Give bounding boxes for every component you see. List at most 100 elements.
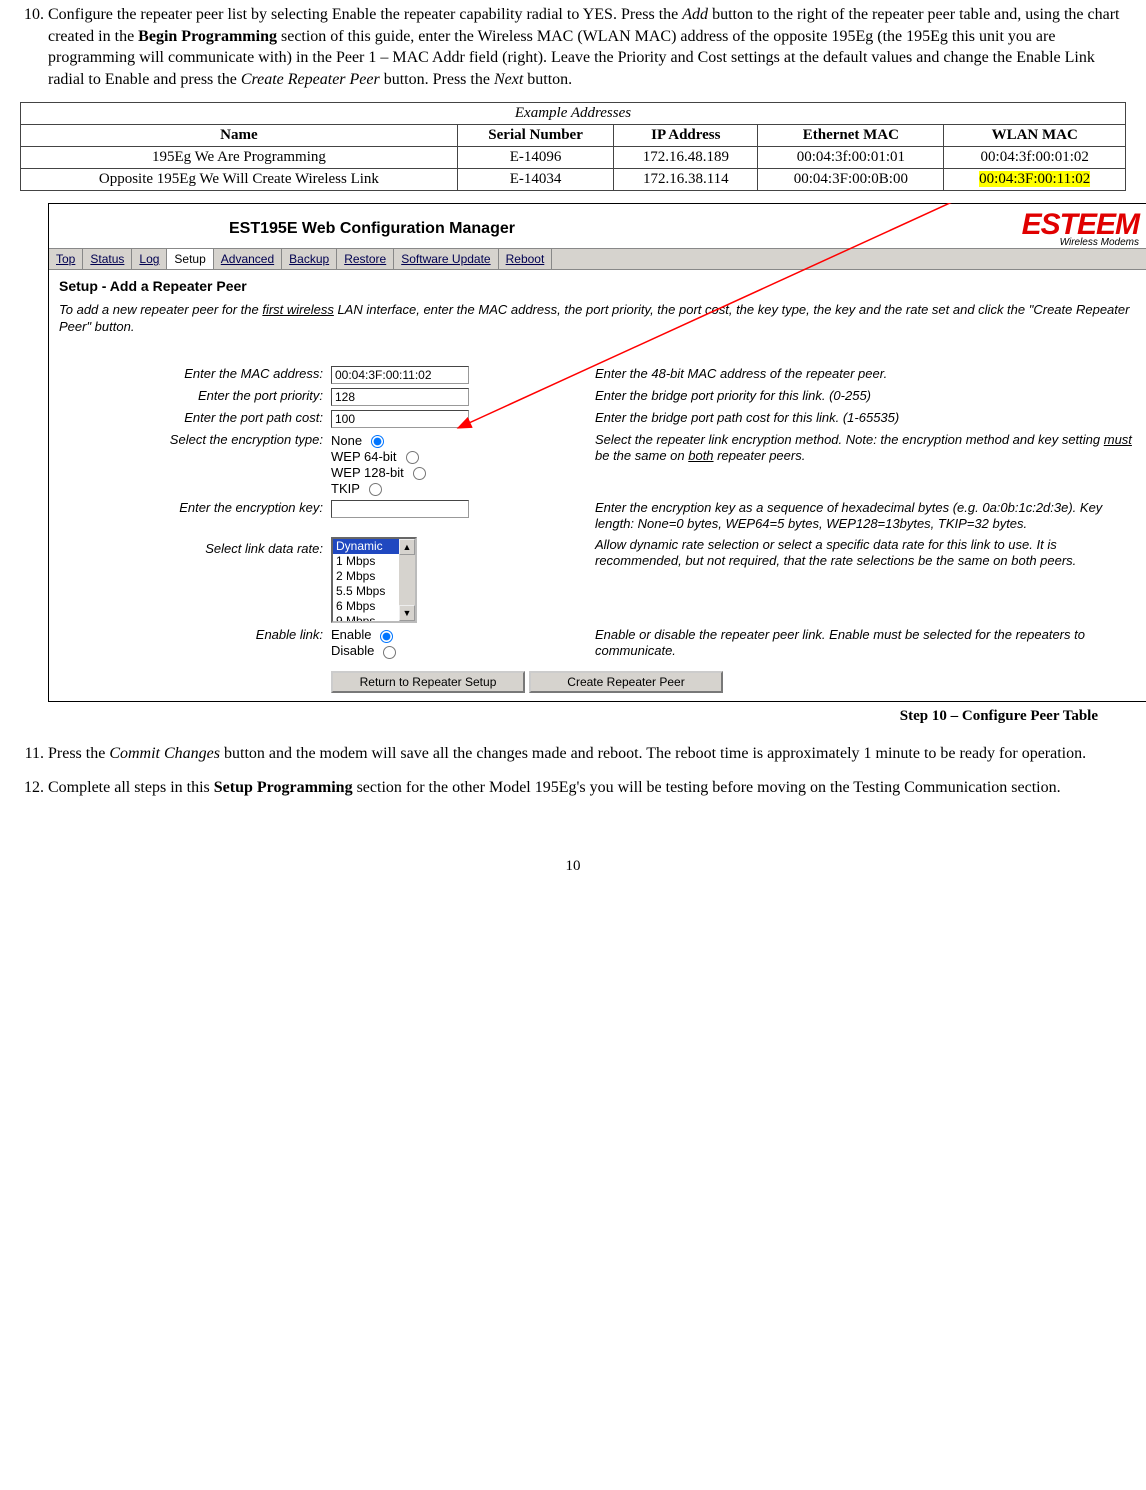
enc-desc: Select the repeater link encryption meth… [585,430,1137,498]
tab-top[interactable]: Top [49,249,83,269]
addr-r1-ip: 172.16.38.114 [614,169,758,191]
config-tabs: Top Status Log Setup Advanced Backup Res… [49,248,1146,270]
prio-input[interactable] [331,388,469,406]
rate-desc: Allow dynamic rate selection or select a… [585,535,1137,625]
scroll-up-icon[interactable]: ▲ [399,539,415,555]
figure-caption: Step 10 – Configure Peer Table [20,708,1098,725]
addr-h-2: IP Address [614,125,758,147]
example-addresses-table: Example Addresses Name Serial Number IP … [20,102,1126,191]
add-word: Add [682,6,708,23]
s11-pre: Press the [48,745,109,762]
prio-desc: Enter the bridge port priority for this … [585,386,1137,408]
create-repeater-peer-button[interactable]: Create Repeater Peer [529,671,723,693]
rate-listbox[interactable]: Dynamic 1 Mbps 2 Mbps 5.5 Mbps 6 Mbps 9 … [331,537,417,623]
link-label: Enable link: [59,625,327,662]
step10-text-pre: Configure the repeater peer list by sele… [48,6,682,23]
addr-r0-sn: E-14096 [457,147,614,169]
tab-reboot[interactable]: Reboot [499,249,553,269]
step-11: Press the Commit Changes button and the … [48,743,1126,765]
step10-end: button. [523,71,572,88]
tab-setup[interactable]: Setup [167,249,213,269]
section-desc: To add a new repeater peer for the first… [59,302,1137,336]
enc-opt-wep128: WEP 128-bit [331,465,404,480]
enc-radio-wep64[interactable] [406,451,419,464]
key-desc: Enter the encryption key as a sequence o… [585,498,1137,535]
addr-h-1: Serial Number [457,125,614,147]
logo-sub: Wireless Modems [1060,238,1139,248]
enc-desc-u: must [1104,432,1132,447]
enc-opt-none: None [331,433,362,448]
rate-opt-2[interactable]: 2 Mbps [333,569,399,584]
addr-h-0: Name [21,125,458,147]
commit-changes-italic: Commit Changes [109,745,220,762]
config-manager-screenshot: EST195E Web Configuration Manager ESTEEM… [48,203,1146,702]
addr-r1-sn: E-14034 [457,169,614,191]
rate-opt-dynamic[interactable]: Dynamic [333,539,399,554]
key-label: Enter the encryption key: [59,498,327,535]
addr-h-3: Ethernet MAC [758,125,944,147]
mac-desc: Enter the 48-bit MAC address of the repe… [585,364,1137,386]
s12-post: section for the other Model 195Eg's you … [353,779,1061,796]
link-desc: Enable or disable the repeater peer link… [585,625,1137,662]
key-input[interactable] [331,500,469,518]
esteem-logo: ESTEEM Wireless Modems [1022,210,1139,248]
rate-opt-9[interactable]: 9 Mbps [333,614,399,623]
rate-opt-6[interactable]: 6 Mbps [333,599,399,614]
tab-backup[interactable]: Backup [282,249,337,269]
page-number: 10 [20,858,1126,875]
addr-r0-wlan: 00:04:3f:00:01:02 [944,147,1126,169]
config-title: EST195E Web Configuration Manager [229,220,515,238]
enc-opt-tkip: TKIP [331,481,360,496]
tab-advanced[interactable]: Advanced [214,249,282,269]
sec-desc-u: first wireless [262,302,334,317]
addr-r0-name: 195Eg We Are Programming [21,147,458,169]
addr-row-0: 195Eg We Are Programming E-14096 172.16.… [21,147,1126,169]
addr-r1-eth: 00:04:3F:00:0B:00 [758,169,944,191]
addr-r1-wlan: 00:04:3F:00:11:02 [979,171,1090,187]
tab-log[interactable]: Log [132,249,167,269]
enc-desc-post: repeater peers. [714,448,806,463]
tab-status[interactable]: Status [83,249,132,269]
tab-software-update[interactable]: Software Update [394,249,498,269]
sec-desc-pre: To add a new repeater peer for the [59,302,262,317]
prio-label: Enter the port priority: [59,386,327,408]
enc-radio-tkip[interactable] [369,483,382,496]
begin-programming-bold: Begin Programming [138,28,277,45]
rate-opt-1[interactable]: 1 Mbps [333,554,399,569]
enc-desc-pre: Select the repeater link encryption meth… [595,432,1104,447]
addr-row-1: Opposite 195Eg We Will Create Wireless L… [21,169,1126,191]
enc-desc-mid: be the same on [595,448,688,463]
s12-pre: Complete all steps in this [48,779,214,796]
next-italic: Next [494,71,523,88]
enc-opt-wep64: WEP 64-bit [331,449,397,464]
step-12: Complete all steps in this Setup Program… [48,777,1126,799]
logo-main: ESTEEM [1022,210,1139,240]
cost-input[interactable] [331,410,469,428]
enc-radio-none[interactable] [371,435,384,448]
s11-post: button and the modem will save all the c… [220,745,1086,762]
enc-radio-wep128[interactable] [413,467,426,480]
addr-r0-ip: 172.16.48.189 [614,147,758,169]
enc-desc-u2: both [688,448,713,463]
addr-r1-name: Opposite 195Eg We Will Create Wireless L… [21,169,458,191]
addr-r0-eth: 00:04:3f:00:01:01 [758,147,944,169]
addr-title: Example Addresses [21,103,1126,125]
cost-desc: Enter the bridge port path cost for this… [585,408,1137,430]
scroll-down-icon[interactable]: ▼ [399,605,415,621]
cost-label: Enter the port path cost: [59,408,327,430]
step-10: Configure the repeater peer list by sele… [48,4,1126,90]
mac-label: Enter the MAC address: [59,364,327,386]
section-title: Setup - Add a Repeater Peer [59,278,1137,294]
tab-restore[interactable]: Restore [337,249,394,269]
link-radio-disable[interactable] [383,646,396,659]
mac-input[interactable] [331,366,469,384]
link-opt-enable: Enable [331,627,371,642]
rate-label: Select link data rate: [59,535,327,625]
setup-programming-bold: Setup Programming [214,779,353,796]
create-repeater-peer-italic: Create Repeater Peer [241,71,380,88]
link-radio-enable[interactable] [380,630,393,643]
link-opt-disable: Disable [331,643,374,658]
return-button[interactable]: Return to Repeater Setup [331,671,525,693]
rate-opt-55[interactable]: 5.5 Mbps [333,584,399,599]
step10-mid3: button. Press the [380,71,494,88]
